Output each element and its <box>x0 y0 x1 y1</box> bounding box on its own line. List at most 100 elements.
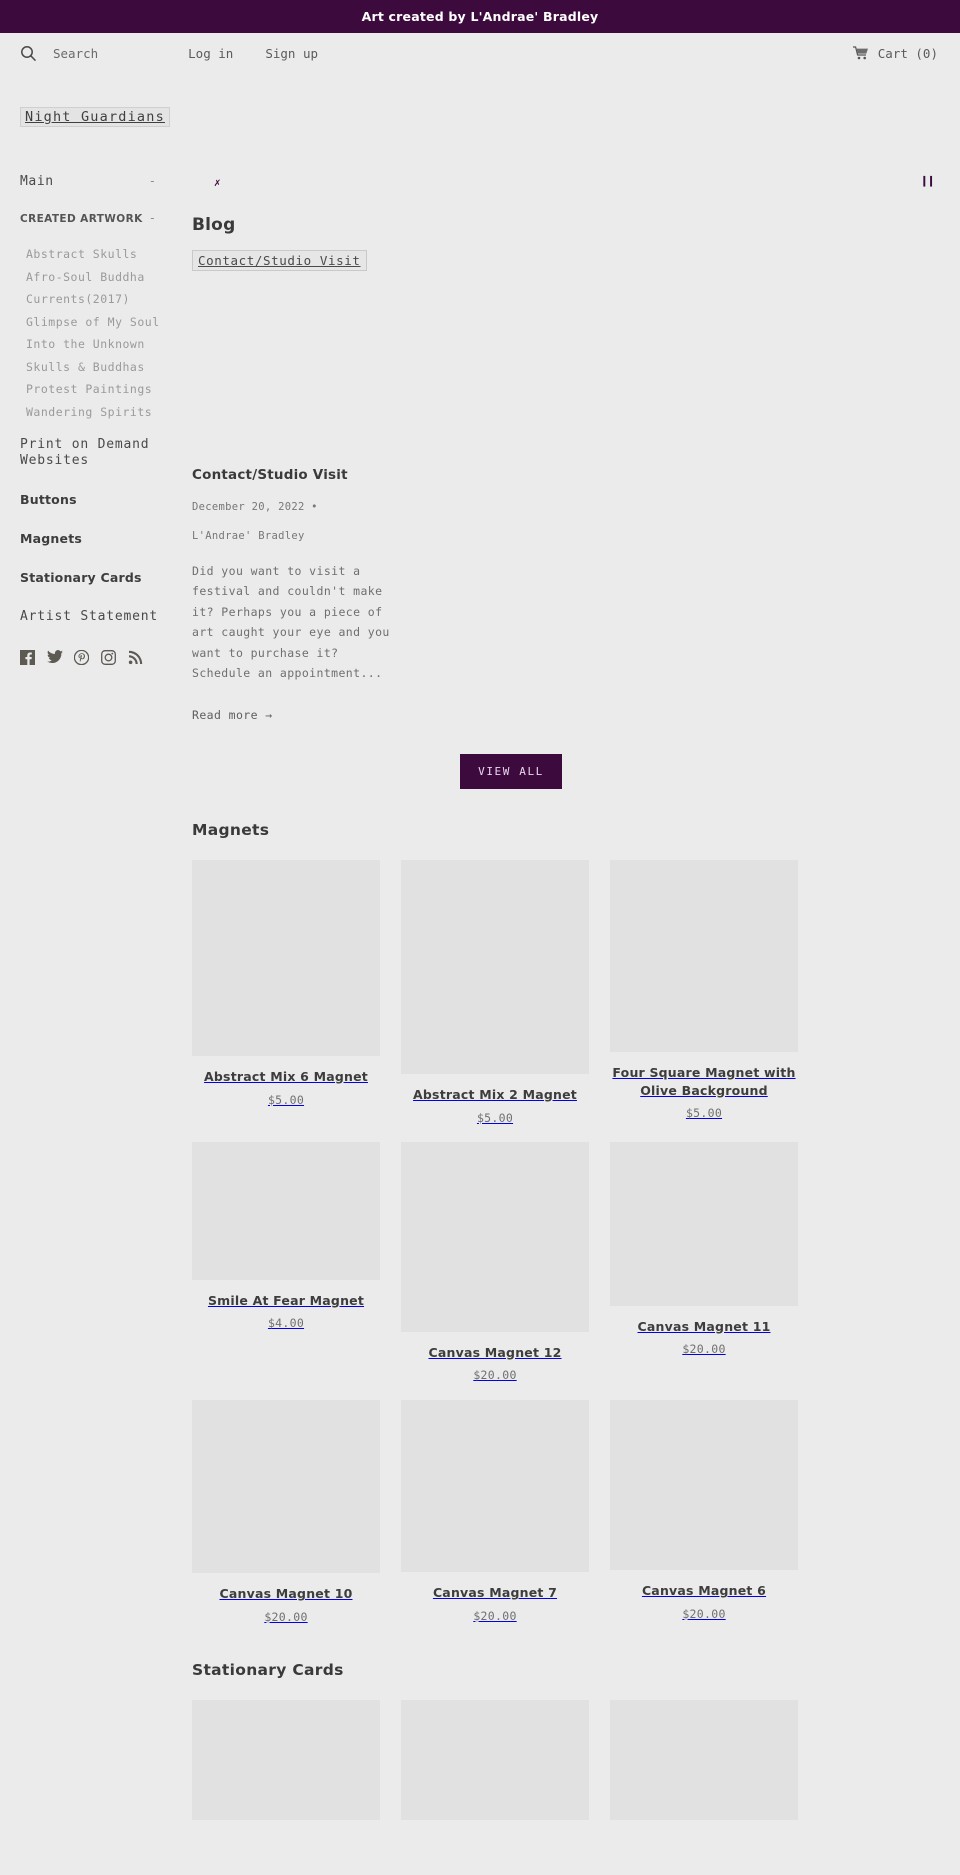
product-price: $20.00 <box>264 1610 308 1625</box>
product-grid: Abstract Mix 6 Magnet $5.00 Abstract Mix… <box>192 859 960 1125</box>
content-inner: Blog Contact/Studio Visit Contact/Studio… <box>176 215 960 1832</box>
product-grid <box>192 1700 960 1832</box>
blog-heading: Blog <box>192 215 236 235</box>
product-image <box>192 1700 380 1821</box>
rss-icon[interactable] <box>128 650 143 665</box>
pause-icon[interactable]: ❙❙ <box>920 174 935 189</box>
close-icon[interactable]: ✗ <box>214 176 221 189</box>
view-all-wrap: VIEW ALL <box>192 753 960 789</box>
view-all-button[interactable]: VIEW ALL <box>460 753 562 789</box>
login-link[interactable]: Log in <box>188 46 233 61</box>
sidebar-item-glimpse-of-my-soul[interactable]: Glimpse of My Soul <box>20 315 176 329</box>
created-artwork-collapse-toggle[interactable]: - <box>149 211 156 225</box>
product-card[interactable] <box>610 1700 798 1832</box>
post-excerpt: Did you want to visit a festival and cou… <box>192 564 390 681</box>
product-card[interactable]: Canvas Magnet 12 $20.00 <box>401 1141 589 1383</box>
shopping-cart-icon <box>852 46 869 60</box>
product-name: Four Square Magnet with Olive Background <box>612 1064 796 1098</box>
product-name: Canvas Magnet 11 <box>637 1318 771 1334</box>
site-logo[interactable]: Night Guardians <box>20 107 170 127</box>
product-grid: Smile At Fear Magnet $4.00 Canvas Magnet… <box>192 1141 960 1383</box>
product-card[interactable]: Canvas Magnet 10 $20.00 <box>192 1400 380 1624</box>
product-price: $20.00 <box>682 1342 726 1357</box>
blog-post: Contact/Studio Visit December 20, 2022 •… <box>192 467 392 723</box>
section-title: Magnets <box>192 820 270 839</box>
product-price: $5.00 <box>476 1110 514 1125</box>
list-item: Abstract Skulls <box>20 247 176 261</box>
product-image <box>610 1700 798 1821</box>
main-content: ✗ ❙❙ Blog Contact/Studio Visit Contact/S… <box>176 127 960 1832</box>
post-title[interactable]: Contact/Studio Visit <box>192 467 392 483</box>
product-image <box>610 1400 798 1571</box>
product-image <box>401 859 589 1074</box>
logo-row: Night Guardians <box>0 73 960 127</box>
page-body: Main - CREATED ARTWORK - Abstract Skulls… <box>0 127 960 1832</box>
facebook-icon[interactable] <box>20 650 35 666</box>
cart-link[interactable]: Cart (0) <box>852 46 938 61</box>
list-item: Protest Paintings <box>20 382 176 396</box>
main-collapse-toggle[interactable]: - <box>149 174 156 188</box>
list-item: Skulls & Buddhas <box>20 360 176 374</box>
announcement-bar: Art created by L'Andrae' Bradley <box>0 0 960 33</box>
post-author: L'Andrae' Bradley <box>192 530 305 542</box>
sidebar-item-protest-paintings[interactable]: Protest Paintings <box>20 382 176 396</box>
product-image <box>192 1141 380 1280</box>
sidebar-item-artist-statement[interactable]: Artist Statement <box>20 609 160 626</box>
social-links <box>20 650 176 666</box>
list-item: Glimpse of My Soul <box>20 315 176 329</box>
sidebar-item-stationary-cards[interactable]: Stationary Cards <box>20 570 176 585</box>
product-name: Canvas Magnet 10 <box>219 1586 353 1602</box>
list-item: Into the Unknown <box>20 337 176 351</box>
utility-header: Search Log in Sign up Cart (0) <box>0 33 960 73</box>
product-image <box>401 1700 589 1821</box>
product-image <box>192 1400 380 1574</box>
product-price: $5.00 <box>267 1092 305 1107</box>
product-name: Canvas Magnet 6 <box>641 1583 767 1599</box>
product-grid: Canvas Magnet 10 $20.00 Canvas Magnet 7 … <box>192 1400 960 1624</box>
product-image <box>192 859 380 1056</box>
twitter-icon[interactable] <box>47 650 63 665</box>
list-item: Wandering Spirits <box>20 405 176 419</box>
product-card[interactable]: Abstract Mix 6 Magnet $5.00 <box>192 859 380 1125</box>
signup-link[interactable]: Sign up <box>265 46 318 61</box>
instagram-icon[interactable] <box>101 650 116 666</box>
product-card[interactable]: Four Square Magnet with Olive Background… <box>610 859 798 1125</box>
product-card[interactable]: Canvas Magnet 11 $20.00 <box>610 1141 798 1383</box>
product-card[interactable] <box>192 1700 380 1832</box>
product-name: Abstract Mix 6 Magnet <box>204 1068 368 1084</box>
announcement-text: Art created by L'Andrae' Bradley <box>361 9 599 24</box>
product-image <box>610 859 798 1052</box>
read-more-link[interactable]: Read more → <box>192 708 273 722</box>
section-title: Stationary Cards <box>192 1661 344 1680</box>
product-card[interactable]: Smile At Fear Magnet $4.00 <box>192 1141 380 1383</box>
product-name: Abstract Mix 2 Magnet <box>413 1086 577 1102</box>
product-card[interactable]: Canvas Magnet 6 $20.00 <box>610 1400 798 1624</box>
sidebar-item-into-the-unknown[interactable]: Into the Unknown <box>20 337 176 351</box>
sidebar-item-afro-soul-buddha[interactable]: Afro-Soul Buddha <box>20 270 176 284</box>
sidebar-item-currents-2017[interactable]: Currents(2017) <box>20 292 176 306</box>
pinterest-icon[interactable] <box>74 650 89 666</box>
sidebar-item-magnets[interactable]: Magnets <box>20 531 176 546</box>
product-image <box>401 1141 589 1332</box>
sidebar-item-created-artwork[interactable]: CREATED ARTWORK - <box>20 211 176 225</box>
sidebar-item-main[interactable]: Main - <box>20 174 176 189</box>
product-image <box>401 1400 589 1573</box>
section-stationary-cards: Stationary Cards <box>192 1661 960 1832</box>
product-price: $5.00 <box>685 1106 723 1121</box>
search-icon[interactable] <box>20 45 37 62</box>
blog-tag[interactable]: Contact/Studio Visit <box>192 250 367 271</box>
sidebar-item-buttons[interactable]: Buttons <box>20 492 176 507</box>
sidebar-item-wandering-spirits[interactable]: Wandering Spirits <box>20 405 176 419</box>
created-artwork-label: CREATED ARTWORK <box>20 213 143 225</box>
sidebar-item-print-on-demand-websites[interactable]: Print on Demand Websites <box>20 437 160 470</box>
search-group[interactable]: Search <box>20 45 98 62</box>
product-card[interactable] <box>401 1700 589 1832</box>
product-card[interactable]: Canvas Magnet 7 $20.00 <box>401 1400 589 1624</box>
sidebar-item-skulls-and-buddhas[interactable]: Skulls & Buddhas <box>20 360 176 374</box>
post-date: December 20, 2022 • <box>192 501 318 513</box>
search-label[interactable]: Search <box>53 46 98 61</box>
sidebar-item-abstract-skulls[interactable]: Abstract Skulls <box>20 247 176 261</box>
slideshow-controls: ✗ ❙❙ <box>176 174 960 204</box>
product-card[interactable]: Abstract Mix 2 Magnet $5.00 <box>401 859 589 1125</box>
product-price: $20.00 <box>473 1368 517 1383</box>
